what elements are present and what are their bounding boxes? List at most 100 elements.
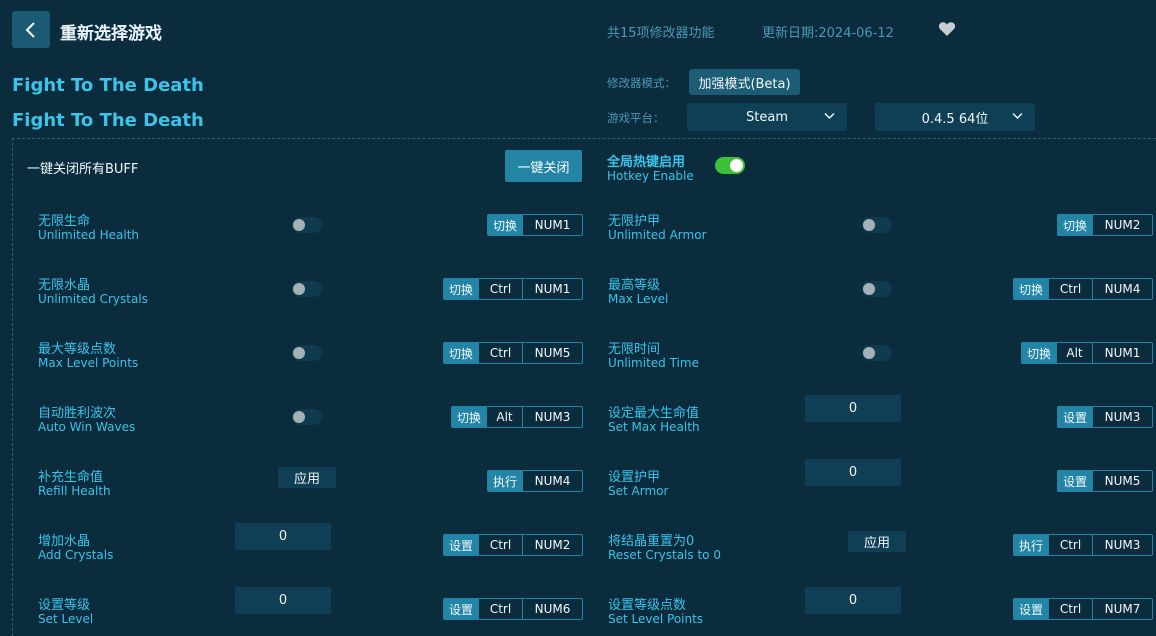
value-input[interactable]: 0 bbox=[805, 587, 901, 614]
hotkey-group[interactable]: 切换 NUM2 bbox=[1057, 214, 1153, 236]
cheat-name-en: Max Level bbox=[608, 292, 669, 306]
page-title: 重新选择游戏 bbox=[60, 24, 162, 44]
hotkey-action: 执行 bbox=[1014, 535, 1048, 555]
hotkey-group[interactable]: 设置 Ctrl NUM2 bbox=[443, 534, 583, 556]
hotkey-group[interactable]: 切换 Alt NUM1 bbox=[1021, 342, 1153, 364]
cheat-name-en: Set Max Health bbox=[608, 420, 700, 434]
cheat-name-en: Max Level Points bbox=[38, 356, 139, 370]
chevron-left-icon bbox=[25, 21, 35, 38]
value-input[interactable]: 0 bbox=[235, 587, 331, 614]
hotkey-action: 设置 bbox=[444, 535, 478, 555]
hotkey-action: 切换 bbox=[452, 407, 486, 427]
hotkey-action: 设置 bbox=[1058, 407, 1092, 427]
cheat-toggle[interactable] bbox=[292, 409, 322, 425]
cheat-name: 增加水晶 bbox=[38, 534, 91, 549]
hotkey-enable-title: 全局热键启用 bbox=[607, 155, 686, 170]
cheat-name: 无限水晶 bbox=[38, 278, 91, 293]
close-all-label: 一键关闭所有BUFF bbox=[27, 162, 139, 177]
hotkey-group[interactable]: 切换 NUM1 bbox=[487, 214, 583, 236]
value-input[interactable]: 0 bbox=[805, 459, 901, 486]
toggle-knob bbox=[863, 283, 875, 295]
hotkey-enable-toggle[interactable] bbox=[715, 157, 745, 174]
cheat-name: 最大等级点数 bbox=[38, 342, 117, 357]
cheat-name: 自动胜利波次 bbox=[38, 406, 117, 421]
hotkey-key: Ctrl bbox=[478, 279, 522, 299]
cheat-name-en: Unlimited Time bbox=[608, 356, 699, 370]
platform-value: Steam bbox=[746, 109, 788, 125]
cheat-name-en: Set Level bbox=[38, 612, 94, 626]
hotkey-group[interactable]: 执行 NUM4 bbox=[487, 470, 583, 492]
cheat-name: 设定最大生命值 bbox=[608, 406, 700, 421]
hotkey-group[interactable]: 设置 Ctrl NUM6 bbox=[443, 598, 583, 620]
hotkey-key: Ctrl bbox=[1048, 279, 1092, 299]
hotkey-key: NUM1 bbox=[1092, 343, 1152, 363]
hotkey-group[interactable]: 切换 Ctrl NUM5 bbox=[443, 342, 583, 364]
hotkey-group[interactable]: 设置 Ctrl NUM7 bbox=[1013, 598, 1153, 620]
hotkey-group[interactable]: 设置 NUM3 bbox=[1057, 406, 1153, 428]
hotkey-key: NUM1 bbox=[522, 279, 582, 299]
update-date: 更新日期:2024-06-12 bbox=[762, 26, 894, 41]
hotkey-action: 切换 bbox=[1058, 215, 1092, 235]
cheat-name-en: Unlimited Crystals bbox=[38, 292, 148, 306]
hotkey-action: 切换 bbox=[444, 279, 478, 299]
cheat-toggle[interactable] bbox=[292, 217, 322, 233]
feature-count: 共15项修改器功能 bbox=[607, 26, 715, 41]
toggle-knob bbox=[293, 411, 305, 423]
cheat-toggle[interactable] bbox=[292, 281, 322, 297]
hotkey-key: NUM1 bbox=[522, 215, 582, 235]
hotkey-action: 设置 bbox=[1014, 599, 1048, 619]
hotkey-action: 设置 bbox=[1058, 471, 1092, 491]
toggle-knob bbox=[730, 159, 743, 172]
cheat-name: 补充生命值 bbox=[38, 470, 104, 485]
hotkey-key: NUM4 bbox=[522, 471, 582, 491]
cheat-name: 设置等级点数 bbox=[608, 598, 687, 613]
cheat-name: 无限护甲 bbox=[608, 214, 661, 229]
toggle-knob bbox=[293, 283, 305, 295]
mode-button[interactable]: 加强模式(Beta) bbox=[689, 69, 800, 95]
chevron-down-icon bbox=[824, 112, 835, 120]
hotkey-key: NUM3 bbox=[1092, 407, 1152, 427]
toggle-knob bbox=[293, 219, 305, 231]
hotkey-key: Ctrl bbox=[1048, 535, 1092, 555]
apply-button[interactable]: 应用 bbox=[278, 467, 336, 488]
hotkey-key: NUM3 bbox=[1092, 535, 1152, 555]
cheat-toggle[interactable] bbox=[862, 217, 892, 233]
toggle-knob bbox=[863, 347, 875, 359]
hotkey-action: 切换 bbox=[488, 215, 522, 235]
hotkey-action: 切换 bbox=[1014, 279, 1048, 299]
cheat-name-en: Add Crystals bbox=[38, 548, 114, 562]
game-title: Fight To The Death bbox=[12, 75, 204, 96]
hotkey-key: NUM6 bbox=[522, 599, 582, 619]
cheat-name: 设置护甲 bbox=[608, 470, 661, 485]
platform-select[interactable]: Steam bbox=[687, 103, 847, 131]
heart-icon[interactable] bbox=[938, 21, 956, 37]
hotkey-key: NUM2 bbox=[522, 535, 582, 555]
hotkey-key: NUM7 bbox=[1092, 599, 1152, 619]
cheat-name-en: Unlimited Health bbox=[38, 228, 140, 242]
hotkey-action: 执行 bbox=[488, 471, 522, 491]
back-button[interactable] bbox=[12, 11, 50, 48]
cheat-toggle[interactable] bbox=[292, 345, 322, 361]
hotkey-group[interactable]: 切换 Ctrl NUM4 bbox=[1013, 278, 1153, 300]
hotkey-group[interactable]: 执行 Ctrl NUM3 bbox=[1013, 534, 1153, 556]
hotkey-group[interactable]: 切换 Alt NUM3 bbox=[451, 406, 583, 428]
apply-button[interactable]: 应用 bbox=[848, 531, 906, 552]
cheat-name-en: Refill Health bbox=[38, 484, 111, 498]
hotkey-key: Alt bbox=[1056, 343, 1092, 363]
cheat-name: 将结晶重置为0 bbox=[608, 534, 695, 549]
close-all-button[interactable]: 一键关闭 bbox=[505, 150, 582, 182]
hotkey-key: NUM2 bbox=[1092, 215, 1152, 235]
hotkey-key: Ctrl bbox=[478, 599, 522, 619]
hotkey-group[interactable]: 切换 Ctrl NUM1 bbox=[443, 278, 583, 300]
cheat-name: 最高等级 bbox=[608, 278, 661, 293]
cheat-toggle[interactable] bbox=[862, 345, 892, 361]
cheat-toggle[interactable] bbox=[862, 281, 892, 297]
hotkey-key: Ctrl bbox=[1048, 599, 1092, 619]
value-input[interactable]: 0 bbox=[805, 395, 901, 422]
hotkey-group[interactable]: 设置 NUM5 bbox=[1057, 470, 1153, 492]
version-select[interactable]: 0.4.5 64位 bbox=[875, 103, 1035, 131]
value-input[interactable]: 0 bbox=[235, 523, 331, 550]
hotkey-key: NUM3 bbox=[522, 407, 582, 427]
cheat-name-en: Set Level Points bbox=[608, 612, 704, 626]
toggle-knob bbox=[293, 347, 305, 359]
